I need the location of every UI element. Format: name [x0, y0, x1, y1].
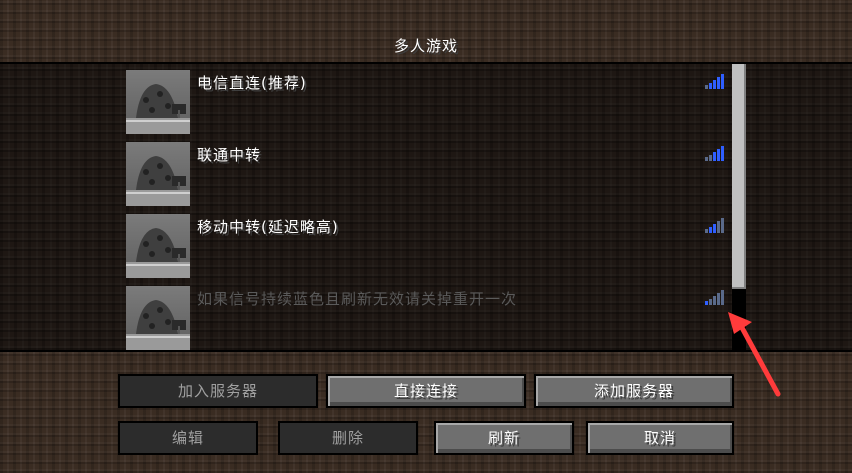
server-icon: [126, 286, 190, 350]
server-name: 电信直连(推荐): [197, 74, 307, 92]
server-icon: [126, 142, 190, 206]
scrollbar-thumb[interactable]: [732, 64, 746, 289]
server-icon: [126, 70, 190, 134]
server-name: 移动中转(延迟略高): [197, 218, 339, 236]
edit-button[interactable]: 编辑: [118, 421, 258, 455]
server-entry[interactable]: 如果信号持续蓝色且刷新无效请关掉重开一次: [126, 286, 726, 352]
server-entry[interactable]: 联通中转: [126, 142, 726, 208]
direct-connect-button[interactable]: 直接连接: [326, 374, 526, 408]
signal-strength-icon: [705, 74, 724, 89]
server-name: 如果信号持续蓝色且刷新无效请关掉重开一次: [197, 290, 518, 308]
server-name: 联通中转: [197, 146, 262, 164]
server-icon: [126, 214, 190, 278]
join-server-button[interactable]: 加入服务器: [118, 374, 318, 408]
signal-strength-icon: [705, 146, 724, 161]
server-entry[interactable]: 电信直连(推荐): [126, 70, 726, 136]
annotation-arrow-icon: [728, 312, 781, 397]
cancel-button[interactable]: 取消: [586, 421, 734, 455]
signal-strength-icon: [705, 218, 724, 233]
delete-button[interactable]: 删除: [278, 421, 418, 455]
refresh-button[interactable]: 刷新: [434, 421, 574, 455]
server-entry[interactable]: 移动中转(延迟略高): [126, 214, 726, 280]
screen-title: 多人游戏: [393, 37, 458, 55]
